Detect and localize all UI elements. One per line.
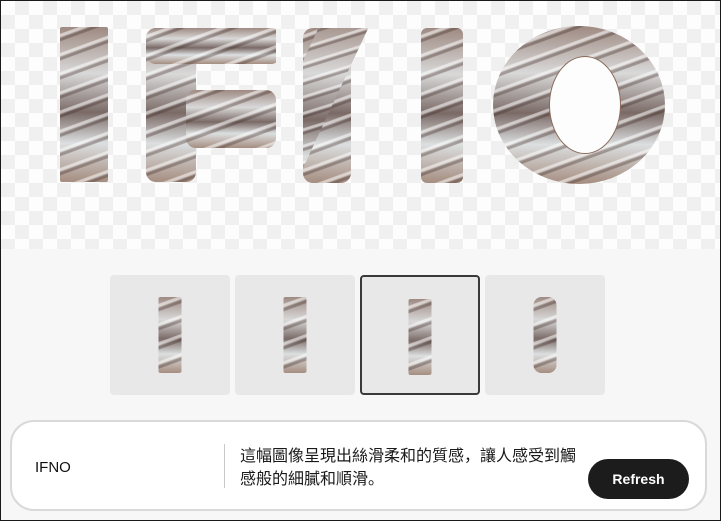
thumbnail-image <box>533 297 557 373</box>
thumbnail-2[interactable] <box>235 275 355 395</box>
letter-o-image <box>493 26 665 184</box>
letter-n-image <box>303 28 463 183</box>
prompt-title: IFNO <box>35 459 71 476</box>
thumbnail-image <box>283 297 307 373</box>
thumbnail-image <box>408 299 432 375</box>
thumbnail-image <box>158 297 182 373</box>
letter-f-image <box>146 28 276 182</box>
letter-o-hole <box>549 56 621 154</box>
divider <box>224 444 225 488</box>
letter-i-image <box>60 27 108 182</box>
app-window: IFNO 這幅圖像呈現出絲滑柔和的質感，讓人感受到觸感般的細膩和順滑。 Refr… <box>0 0 721 521</box>
refresh-button[interactable]: Refresh <box>588 459 689 499</box>
thumbnail-4[interactable] <box>485 275 605 395</box>
thumbnail-3-selected[interactable] <box>360 275 480 395</box>
thumbnail-strip <box>110 275 605 395</box>
prompt-bar: IFNO 這幅圖像呈現出絲滑柔和的質感，讓人感受到觸感般的細膩和順滑。 Refr… <box>10 420 707 511</box>
prompt-description: 這幅圖像呈現出絲滑柔和的質感，讓人感受到觸感般的細膩和順滑。 <box>240 446 577 488</box>
generated-image-preview <box>1 1 720 249</box>
thumbnail-1[interactable] <box>110 275 230 395</box>
